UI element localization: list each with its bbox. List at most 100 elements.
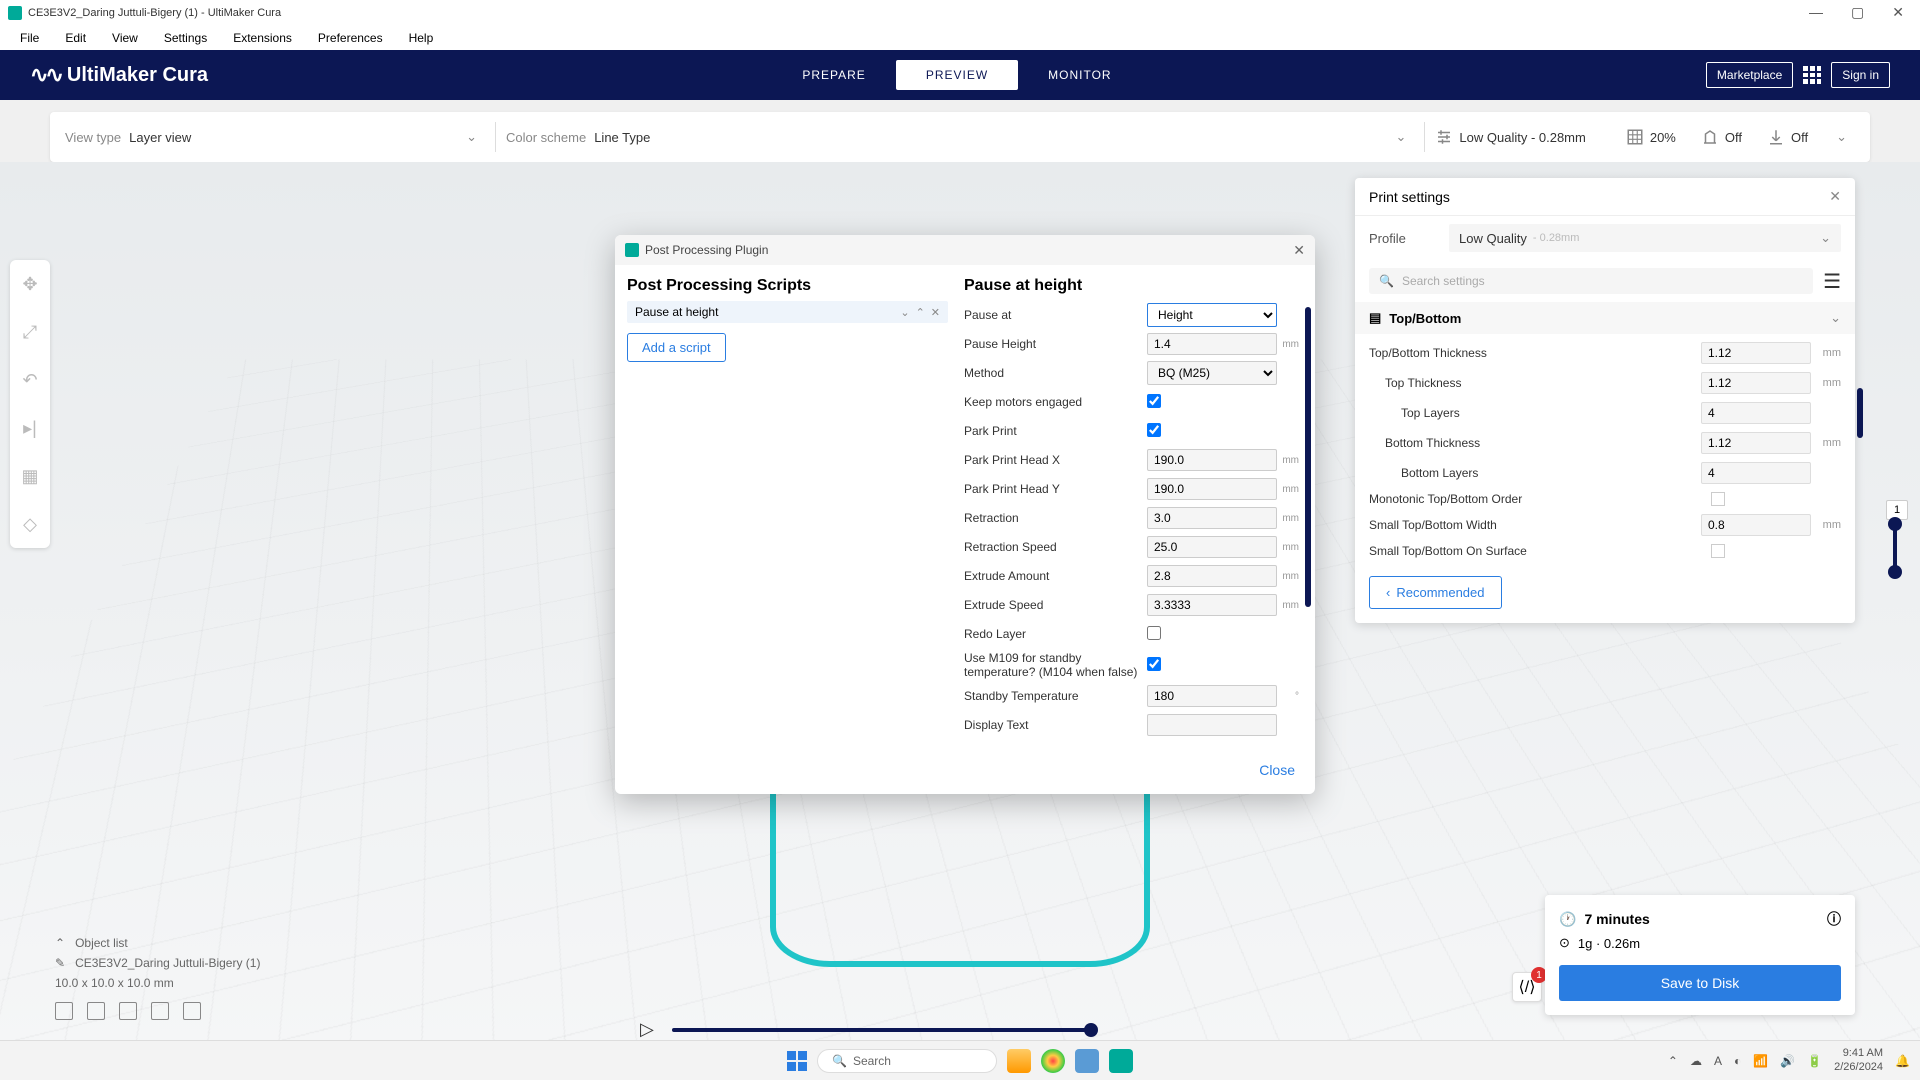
- play-tool-icon[interactable]: ▸|: [10, 404, 50, 452]
- support-summary[interactable]: Off: [1701, 128, 1742, 146]
- standby-temp-input[interactable]: [1147, 685, 1277, 707]
- tab-preview[interactable]: PREVIEW: [896, 60, 1018, 90]
- layer-slider[interactable]: [1890, 520, 1900, 576]
- menu-extensions[interactable]: Extensions: [221, 27, 304, 49]
- taskbar-explorer-icon[interactable]: [1075, 1049, 1099, 1073]
- dialog-scrollbar[interactable]: [1305, 307, 1311, 607]
- tray-volume-icon[interactable]: 🔊: [1780, 1054, 1795, 1068]
- section-top-bottom[interactable]: ▤ Top/Bottom ⌄: [1355, 302, 1855, 334]
- view-top-icon[interactable]: [119, 1002, 137, 1020]
- menu-file[interactable]: File: [8, 27, 51, 49]
- retraction-speed-input[interactable]: [1147, 536, 1277, 558]
- infill-summary[interactable]: 20%: [1626, 128, 1676, 146]
- setting-input[interactable]: [1701, 462, 1811, 484]
- play-icon[interactable]: ▷: [640, 1019, 654, 1040]
- view-3d-icon[interactable]: [55, 1002, 73, 1020]
- settings-chevron-icon[interactable]: ⌄: [1828, 129, 1855, 145]
- scale-tool-icon[interactable]: ⤢: [10, 308, 50, 356]
- settings-search[interactable]: 🔍 Search settings: [1369, 268, 1813, 294]
- park-x-input[interactable]: [1147, 449, 1277, 471]
- script-down-icon[interactable]: ⌄: [900, 306, 909, 319]
- pause-at-select[interactable]: Height: [1147, 303, 1277, 327]
- windows-start-icon[interactable]: [787, 1051, 807, 1071]
- close-window-button[interactable]: ✕: [1884, 4, 1912, 21]
- tray-lang-icon[interactable]: A: [1714, 1054, 1722, 1068]
- menu-view[interactable]: View: [100, 27, 150, 49]
- taskbar-chrome-icon[interactable]: [1041, 1049, 1065, 1073]
- post-processing-indicator[interactable]: ⟨/⟩ 1: [1512, 972, 1542, 1002]
- setting-input[interactable]: [1701, 432, 1811, 454]
- taskbar-clock[interactable]: 9:41 AM 2/26/2024: [1834, 1047, 1883, 1073]
- layer-slider-handle-top[interactable]: [1888, 517, 1902, 531]
- setting-checkbox[interactable]: [1711, 544, 1725, 558]
- colorscheme-value[interactable]: Line Type: [594, 130, 650, 145]
- tab-prepare[interactable]: PREPARE: [772, 60, 895, 90]
- extrude-amount-input[interactable]: [1147, 565, 1277, 587]
- setting-input[interactable]: [1701, 372, 1811, 394]
- setting-input[interactable]: [1701, 514, 1811, 536]
- object-name[interactable]: CE3E3V2_Daring Juttuli-Bigery (1): [75, 956, 260, 970]
- script-item[interactable]: Pause at height ⌄ ⌃ ✕: [627, 301, 948, 323]
- menu-settings[interactable]: Settings: [152, 27, 219, 49]
- panel-scrollbar[interactable]: [1857, 388, 1863, 438]
- undo-icon[interactable]: ↶: [10, 356, 50, 404]
- recommended-button[interactable]: ‹Recommended: [1369, 576, 1502, 609]
- view-front-icon[interactable]: [87, 1002, 105, 1020]
- marketplace-button[interactable]: Marketplace: [1706, 62, 1793, 88]
- method-select[interactable]: BQ (M25): [1147, 361, 1277, 385]
- apps-grid-icon[interactable]: [1803, 66, 1821, 84]
- support-tool-icon[interactable]: ◇: [10, 500, 50, 548]
- move-tool-icon[interactable]: ✥: [10, 260, 50, 308]
- view-left-icon[interactable]: [151, 1002, 169, 1020]
- simulation-slider[interactable]: [672, 1028, 1092, 1032]
- view-right-icon[interactable]: [183, 1002, 201, 1020]
- setting-input[interactable]: [1701, 342, 1811, 364]
- mesh-tool-icon[interactable]: ▦: [10, 452, 50, 500]
- tray-cloud-icon[interactable]: ☁: [1690, 1054, 1702, 1068]
- menu-edit[interactable]: Edit: [53, 27, 98, 49]
- chevron-up-icon[interactable]: ⌃: [55, 936, 65, 950]
- tray-chevron-icon[interactable]: ⌃: [1668, 1054, 1678, 1068]
- taskbar-cura-icon[interactable]: [1109, 1049, 1133, 1073]
- menu-preferences[interactable]: Preferences: [306, 27, 395, 49]
- retraction-input[interactable]: [1147, 507, 1277, 529]
- signin-button[interactable]: Sign in: [1831, 62, 1890, 88]
- keep-motors-checkbox[interactable]: [1147, 394, 1161, 408]
- setting-checkbox[interactable]: [1711, 492, 1725, 506]
- adhesion-summary[interactable]: Off: [1767, 128, 1808, 146]
- taskbar-app-1[interactable]: [1007, 1049, 1031, 1073]
- menu-help[interactable]: Help: [397, 27, 446, 49]
- layer-slider-handle-bottom[interactable]: [1888, 565, 1902, 579]
- profile-select[interactable]: Low Quality - 0.28mm ⌄: [1449, 224, 1841, 252]
- add-script-button[interactable]: Add a script: [627, 333, 726, 362]
- setting-input[interactable]: [1701, 402, 1811, 424]
- park-print-checkbox[interactable]: [1147, 423, 1161, 437]
- maximize-button[interactable]: ▢: [1843, 4, 1872, 21]
- display-text-input[interactable]: [1147, 714, 1277, 736]
- m109-checkbox[interactable]: [1147, 657, 1161, 671]
- tab-monitor[interactable]: MONITOR: [1018, 60, 1141, 90]
- colorscheme-chevron-icon[interactable]: ⌄: [1388, 129, 1415, 145]
- panel-close-icon[interactable]: ✕: [1829, 188, 1841, 205]
- minimize-button[interactable]: —: [1801, 4, 1831, 21]
- object-list-label[interactable]: Object list: [75, 936, 128, 950]
- redo-layer-checkbox[interactable]: [1147, 626, 1161, 640]
- tray-power-icon[interactable]: ◐: [1734, 1054, 1741, 1068]
- pause-height-input[interactable]: [1147, 333, 1277, 355]
- extrude-speed-input[interactable]: [1147, 594, 1277, 616]
- pencil-icon[interactable]: ✎: [55, 956, 65, 970]
- script-remove-icon[interactable]: ✕: [931, 306, 940, 319]
- tray-wifi-icon[interactable]: 📶: [1753, 1054, 1768, 1068]
- script-up-icon[interactable]: ⌃: [916, 306, 925, 319]
- tray-battery-icon[interactable]: 🔋: [1807, 1054, 1822, 1068]
- dialog-close-button[interactable]: Close: [1259, 762, 1295, 778]
- hamburger-icon[interactable]: ☰: [1823, 269, 1841, 294]
- dialog-close-icon[interactable]: ✕: [1293, 242, 1305, 259]
- park-y-input[interactable]: [1147, 478, 1277, 500]
- simulation-handle[interactable]: [1084, 1023, 1098, 1037]
- taskbar-search[interactable]: 🔍Search: [817, 1049, 997, 1073]
- quality-summary[interactable]: Low Quality - 0.28mm: [1435, 128, 1585, 146]
- save-to-disk-button[interactable]: Save to Disk: [1559, 965, 1841, 1001]
- viewtype-value[interactable]: Layer view: [129, 130, 191, 145]
- tray-notifications-icon[interactable]: 🔔: [1895, 1054, 1910, 1068]
